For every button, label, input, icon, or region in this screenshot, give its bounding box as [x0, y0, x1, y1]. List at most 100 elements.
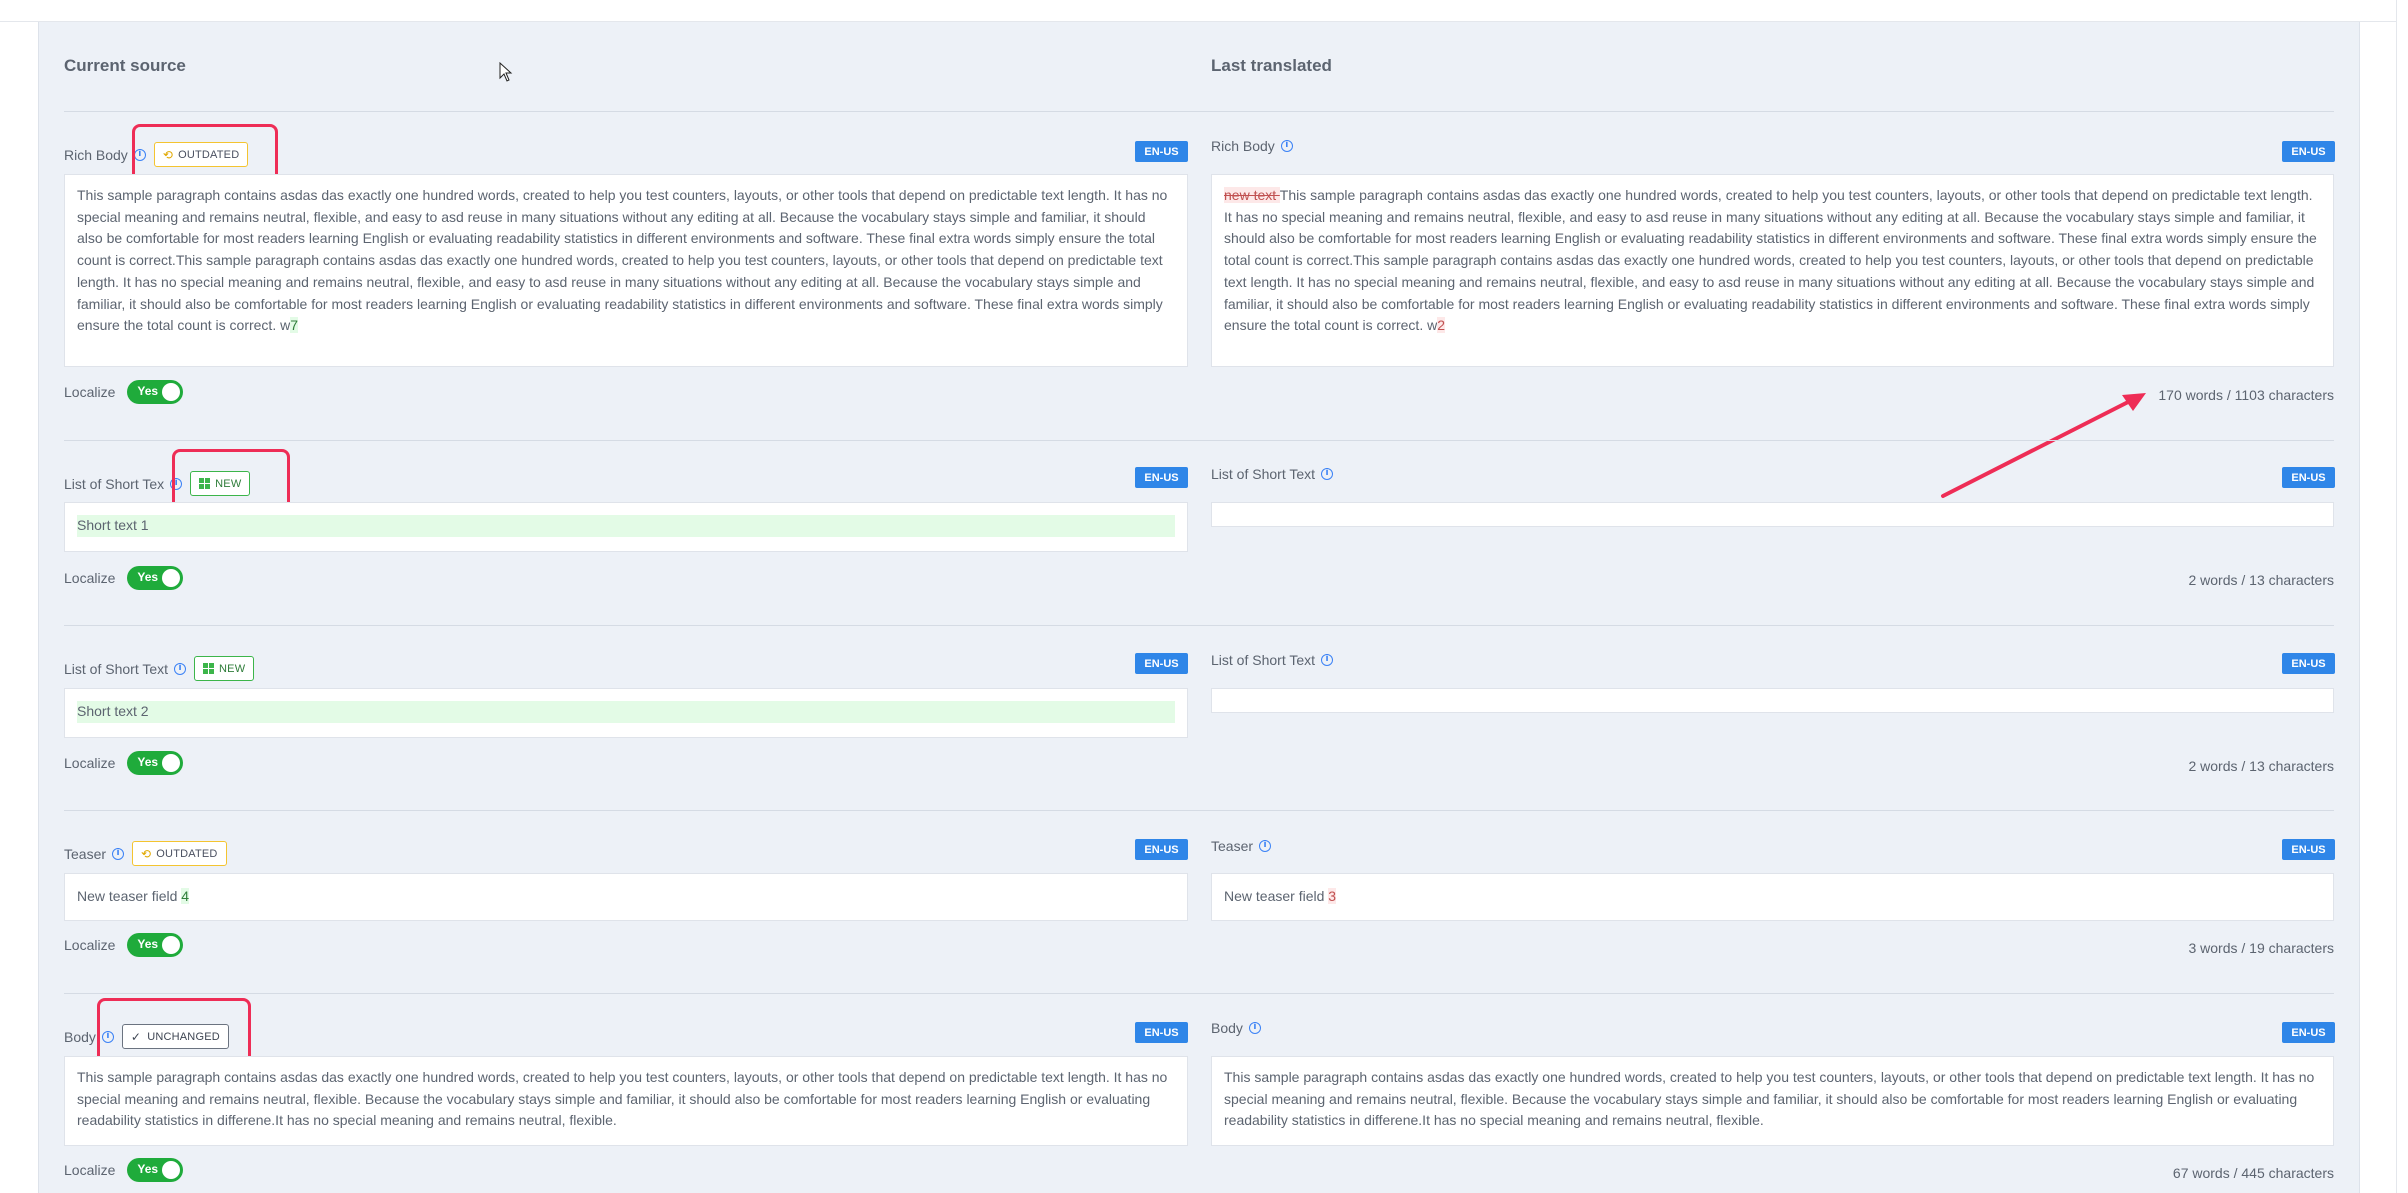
target-text: This sample paragraph contains asdas das… [1224, 1069, 2315, 1129]
target-field-rich-body: new text This sample paragraph contains … [1211, 174, 2334, 367]
last-translated-header: Last translated [1211, 56, 1332, 75]
field-label-text: List of Short Text [1211, 466, 1316, 482]
localize-control: Localize Yes [64, 1158, 184, 1182]
word-count: 2 words / 13 characters [2188, 758, 2334, 774]
scrollbar[interactable] [2396, 0, 2408, 1193]
field-label-text: Teaser [64, 845, 107, 862]
info-icon[interactable]: i [174, 662, 187, 675]
source-field-body: This sample paragraph contains asdas das… [64, 1056, 1188, 1146]
divider [64, 440, 2334, 441]
field-label-teaser: Teaser i ⟲ OUTDATED [64, 841, 227, 866]
localize-label: Localize [64, 1162, 116, 1178]
localize-label: Localize [64, 570, 116, 586]
field-label-teaser-translated: Teaser i [1211, 838, 1272, 854]
localize-control: Localize Yes [64, 933, 184, 957]
target-text: This sample paragraph contains asdas das… [1224, 187, 2317, 334]
divider [64, 111, 2334, 112]
toggle-knob [162, 754, 181, 772]
toggle-knob [162, 383, 181, 401]
word-count: 67 words / 445 characters [2172, 1165, 2334, 1181]
language-badge: EN-US [1135, 467, 1188, 488]
toggle-knob [162, 569, 181, 587]
localize-control: Localize Yes [64, 751, 184, 775]
toggle-label: Yes [137, 1162, 159, 1176]
top-bar [0, 0, 2408, 22]
toggle-label: Yes [137, 755, 159, 769]
added-diff: 4 [181, 888, 190, 904]
language-badge: EN-US [2282, 467, 2335, 488]
added-diff: Short text 1 [77, 515, 1175, 537]
toggle-label: Yes [137, 384, 159, 398]
localize-toggle[interactable]: Yes [127, 751, 184, 775]
word-count: 2 words / 13 characters [2188, 572, 2334, 588]
toggle-knob [162, 1161, 181, 1179]
field-label-text: List of Short Text [64, 660, 169, 677]
outdated-badge: ⟲ OUTDATED [132, 841, 227, 866]
field-label-text: Body [1211, 1020, 1243, 1036]
history-icon: ⟲ [141, 846, 152, 861]
divider [64, 810, 2334, 811]
language-badge: EN-US [2282, 653, 2335, 674]
language-badge: EN-US [1135, 653, 1188, 674]
changed-diff: 3 [1328, 888, 1337, 904]
badge-label: OUTDATED [156, 847, 218, 860]
localize-control: Localize Yes [64, 566, 184, 590]
field-label-rich-body-translated: Rich Body i [1211, 138, 1293, 154]
localize-toggle[interactable]: Yes [127, 1158, 184, 1182]
target-text: New teaser field [1224, 888, 1329, 904]
field-label-text: Body [64, 1028, 96, 1045]
localize-label: Localize [64, 755, 116, 771]
field-label-text: Rich Body [1211, 138, 1275, 154]
info-icon[interactable]: i [1259, 840, 1272, 852]
toggle-knob [162, 936, 181, 954]
field-label-text: Teaser [1211, 838, 1254, 854]
add-blocks-icon [203, 663, 215, 674]
field-label-list-short-text-translated: List of Short Text i [1211, 652, 1334, 668]
source-field-rich-body: This sample paragraph contains asdas das… [64, 174, 1188, 367]
divider [64, 625, 2334, 626]
language-badge: EN-US [2282, 839, 2335, 860]
current-source-header: Current source [64, 56, 186, 75]
localize-control: Localize Yes [64, 380, 184, 404]
toggle-label: Yes [137, 937, 159, 951]
info-icon[interactable]: i [1248, 1022, 1261, 1034]
added-diff: Short text 2 [77, 701, 1175, 723]
added-diff: 7 [290, 317, 299, 334]
source-field-short-text-2: Short text 2 [64, 688, 1188, 738]
target-field-teaser: New teaser field 3 [1211, 873, 2334, 921]
info-icon[interactable]: i [1321, 468, 1334, 480]
field-label-list-short-text-translated: List of Short Text i [1211, 466, 1334, 482]
new-badge: NEW [194, 656, 255, 681]
localize-toggle[interactable]: Yes [127, 933, 184, 957]
target-field-short-text-1 [1211, 502, 2334, 527]
toggle-label: Yes [137, 570, 159, 584]
source-field-teaser: New teaser field 4 [64, 873, 1188, 921]
language-badge: EN-US [2282, 141, 2335, 162]
language-badge: EN-US [1135, 141, 1188, 162]
language-badge: EN-US [1135, 1022, 1188, 1043]
localize-toggle[interactable]: Yes [127, 566, 184, 590]
source-field-short-text-1: Short text 1 [64, 502, 1188, 552]
badge-label: NEW [219, 662, 246, 675]
localize-label: Localize [64, 937, 116, 953]
field-label-list-short-text: List of Short Text i NEW [64, 656, 255, 681]
language-badge: EN-US [1135, 839, 1188, 860]
field-label-text: Rich Body [64, 146, 128, 163]
word-count: 170 words / 1103 characters [2158, 387, 2334, 403]
divider [64, 993, 2334, 994]
field-label-text: List of Short Tex [64, 475, 165, 492]
word-count: 3 words / 19 characters [2188, 940, 2334, 956]
localize-toggle[interactable]: Yes [127, 380, 184, 404]
removed-diff: new text [1224, 187, 1280, 203]
field-label-text: List of Short Text [1211, 652, 1316, 668]
source-text: This sample paragraph contains asdas das… [77, 187, 1168, 334]
info-icon[interactable]: i [1321, 654, 1334, 666]
target-field-body: This sample paragraph contains asdas das… [1211, 1056, 2334, 1146]
info-icon[interactable]: i [112, 847, 125, 860]
field-label-body-translated: Body i [1211, 1020, 1261, 1036]
mouse-cursor-icon [499, 62, 513, 82]
info-icon[interactable]: i [1280, 140, 1293, 152]
annotation-arrow-icon [1941, 393, 2146, 498]
source-text: This sample paragraph contains asdas das… [77, 1069, 1168, 1129]
localize-label: Localize [64, 384, 116, 400]
